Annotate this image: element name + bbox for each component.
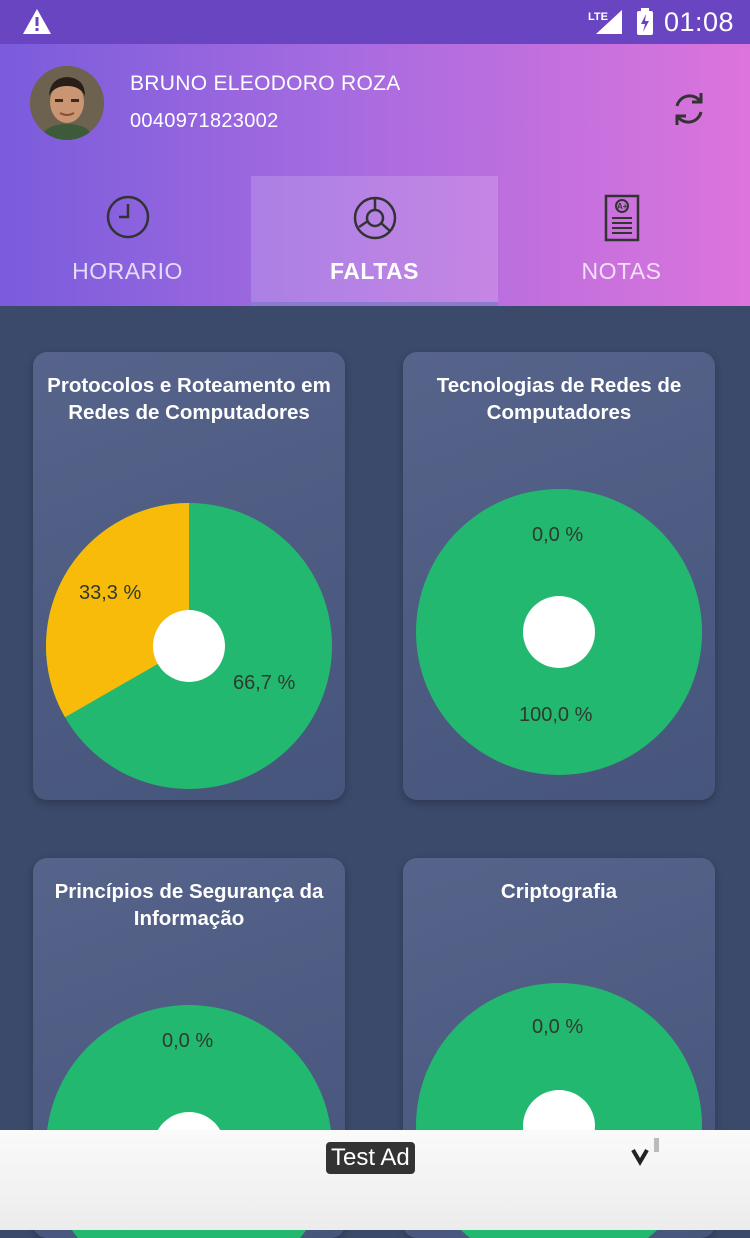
grade-report-icon: A+ <box>604 194 639 242</box>
absent-pct-label: 0,0 % <box>532 1016 584 1038</box>
absence-pie-chart <box>46 503 332 789</box>
tab-label: HORARIO <box>72 258 183 284</box>
battery-charging-icon <box>637 8 653 35</box>
avatar[interactable] <box>30 66 104 140</box>
ad-network-logo-icon <box>631 1138 659 1166</box>
present-pct-label: 100,0 % <box>519 704 593 726</box>
tab-notas[interactable]: A+ NOTAS <box>498 176 745 306</box>
status-bar: LTE 01:08 <box>0 0 750 44</box>
ad-banner[interactable]: Test Ad <box>0 1130 750 1230</box>
absent-pct-label: 0,0 % <box>532 524 584 546</box>
clock-icon <box>106 195 149 239</box>
tab-indicator <box>251 302 498 306</box>
refresh-icon[interactable] <box>668 88 710 130</box>
tab-bar: HORARIO FALTAS A+ NOTAS <box>0 176 750 306</box>
present-pct-label: 66,7 % <box>233 672 296 694</box>
lte-signal-icon: LTE <box>588 10 622 34</box>
subject-card[interactable]: Protocolos e Roteamento em Redes de Comp… <box>33 352 345 800</box>
svg-text:A+: A+ <box>617 202 628 211</box>
absence-pie-chart <box>416 489 702 775</box>
user-name: BRUNO ELEODORO ROZA <box>130 72 401 95</box>
user-id: 0040971823002 <box>130 110 279 132</box>
tab-label: FALTAS <box>329 258 420 284</box>
tab-horario[interactable]: HORARIO <box>4 176 251 306</box>
absent-pct-label: 33,3 % <box>79 582 142 604</box>
pie-center-hole <box>153 610 225 682</box>
absent-pct-label: 0,0 % <box>162 1030 214 1052</box>
svg-text:LTE: LTE <box>588 11 608 23</box>
header: BRUNO ELEODORO ROZA 0040971823002 HORARI… <box>0 44 750 306</box>
status-time: 01:08 <box>664 7 735 37</box>
pie-chart-icon <box>353 196 396 240</box>
warning-icon <box>23 9 51 34</box>
tab-label: NOTAS <box>581 258 662 284</box>
pie-center-hole <box>523 596 595 668</box>
tab-faltas[interactable]: FALTAS <box>251 176 498 306</box>
ad-label: Test Ad <box>326 1142 415 1174</box>
subject-card[interactable]: Tecnologias de Redes de Computadores 0,0… <box>403 352 715 800</box>
